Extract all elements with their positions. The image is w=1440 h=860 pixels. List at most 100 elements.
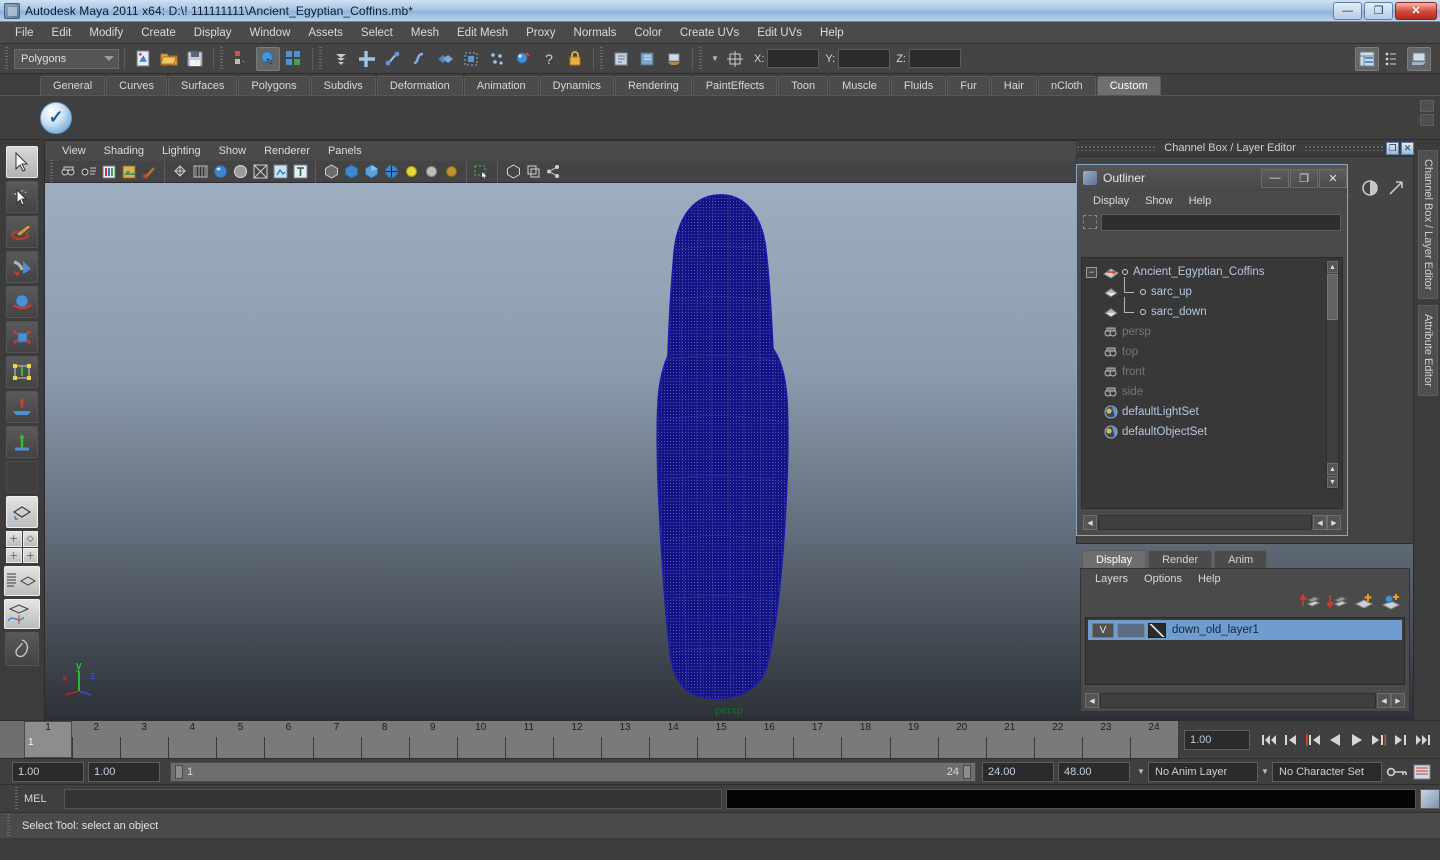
z-input[interactable]	[908, 49, 961, 68]
outliner-maximize-button[interactable]: ❐	[1290, 168, 1318, 188]
shaded-cube-icon[interactable]	[342, 163, 360, 181]
range-slider-left-handle[interactable]	[175, 764, 183, 779]
scroll-right-arrow-icon-2[interactable]: ▶	[1327, 515, 1341, 530]
viewport-menu-panels[interactable]: Panels	[319, 143, 371, 159]
menu-display[interactable]: Display	[185, 24, 241, 42]
animation-preferences-icon[interactable]	[1412, 763, 1432, 781]
range-slider[interactable]: 1 24	[170, 761, 976, 782]
bookmark-icon[interactable]	[100, 163, 118, 181]
scroll-left-arrow-icon[interactable]: ◀	[1085, 693, 1099, 708]
universal-manipulator-tool[interactable]	[6, 356, 38, 388]
shelf-scroll-down-button[interactable]	[1420, 114, 1434, 126]
close-button[interactable]: ✕	[1395, 1, 1437, 20]
four-view-layout-button[interactable]: ＋ ◇ ＋ ＋	[6, 531, 38, 563]
menu-help[interactable]: Help	[811, 24, 853, 42]
menu-assets[interactable]: Assets	[299, 24, 352, 42]
script-editor-icon[interactable]	[1420, 788, 1440, 809]
xray-mode-icon[interactable]	[271, 163, 289, 181]
paint-select-tool[interactable]	[6, 216, 38, 248]
outliner-tree[interactable]: − Ancient_Egyptian_Coffins sarc_up sarc_…	[1081, 257, 1343, 509]
hypergraph-layout-button[interactable]	[5, 632, 39, 666]
menu-file[interactable]: File	[6, 24, 43, 42]
play-forwards-button[interactable]	[1346, 729, 1368, 751]
shelf-tab-polygons[interactable]: Polygons	[238, 76, 310, 95]
show-hide-channel-box-button[interactable]	[1355, 46, 1379, 71]
menu-mesh[interactable]: Mesh	[402, 24, 448, 42]
step-back-frame-button[interactable]	[1302, 729, 1324, 751]
key-icon[interactable]	[1386, 763, 1408, 781]
move-layer-up-icon[interactable]	[1300, 592, 1320, 610]
shelf-item-check-icon[interactable]: ✓	[40, 101, 72, 134]
outliner-row-camera-side[interactable]: side	[1084, 382, 1340, 402]
shelf-tab-subdivs[interactable]: Subdivs	[310, 76, 376, 95]
scroll-down-arrow-up-icon[interactable]: ▲	[1327, 463, 1338, 475]
anim-layer-field[interactable]: No Anim Layer	[1148, 761, 1258, 782]
share-node-icon[interactable]	[544, 163, 562, 181]
show-hide-attribute-editor-button[interactable]	[1381, 47, 1405, 71]
last-tool-used[interactable]	[6, 426, 38, 458]
outliner-row-camera-top[interactable]: top	[1084, 342, 1340, 362]
shelf-tab-rendering[interactable]: Rendering	[614, 76, 692, 95]
outliner-row-camera-persp[interactable]: persp	[1084, 322, 1340, 342]
construction-history-button[interactable]	[459, 47, 483, 71]
shelf-tab-fur[interactable]: Fur	[947, 76, 990, 95]
output-connections-button[interactable]	[636, 47, 660, 71]
outliner-persp-layout-button[interactable]	[4, 566, 40, 596]
go-to-end-button[interactable]	[1412, 729, 1434, 751]
outliner-menu-help[interactable]: Help	[1181, 193, 1220, 209]
outliner-search-input[interactable]	[1101, 213, 1341, 231]
toolbar-grip[interactable]	[219, 46, 226, 71]
outliner-row-child[interactable]: sarc_up	[1084, 277, 1340, 302]
help-button[interactable]: ?	[537, 47, 561, 71]
play-backwards-button[interactable]	[1324, 729, 1346, 751]
toolbar-grip[interactable]	[698, 46, 705, 71]
outliner-menu-display[interactable]: Display	[1085, 193, 1137, 209]
amber-light-icon[interactable]	[442, 163, 460, 181]
yellow-light-icon[interactable]	[402, 163, 420, 181]
shelf-tab-curves[interactable]: Curves	[106, 76, 167, 95]
menu-normals[interactable]: Normals	[565, 24, 626, 42]
outliner-filter-icon[interactable]	[1083, 215, 1097, 229]
scrollbar-thumb[interactable]	[1327, 274, 1338, 320]
layer-menu-layers[interactable]: Layers	[1087, 571, 1136, 587]
select-by-hierarchy-button[interactable]	[230, 47, 254, 71]
chevron-down-icon[interactable]: ▼	[1258, 762, 1272, 782]
chevron-down-icon[interactable]: ▼	[708, 49, 722, 69]
outliner-row-default-object-set[interactable]: defaultObjectSet	[1084, 422, 1340, 442]
select-tool[interactable]	[6, 146, 38, 178]
select-by-object-type-button[interactable]	[256, 46, 280, 71]
command-output-field[interactable]	[726, 788, 1416, 809]
y-input[interactable]	[838, 49, 891, 68]
layer-visibility-toggle[interactable]: V	[1092, 622, 1114, 638]
command-input[interactable]	[64, 788, 722, 809]
new-scene-button[interactable]	[131, 47, 155, 71]
tab-render-layers[interactable]: Render	[1148, 550, 1213, 568]
isolate-select-icon[interactable]	[322, 163, 340, 181]
checker-sphere-icon[interactable]	[382, 163, 400, 181]
command-line-grip[interactable]	[14, 786, 21, 811]
toolbar-grip[interactable]	[599, 46, 606, 71]
go-to-start-button[interactable]	[1258, 729, 1280, 751]
viewport-menu-lighting[interactable]: Lighting	[153, 143, 210, 159]
lighting-cube-icon[interactable]	[362, 163, 380, 181]
playback-end-time-field[interactable]: 24.00	[982, 761, 1054, 782]
selection-mask-button[interactable]	[329, 47, 353, 71]
expand-collapse-icon[interactable]: −	[1086, 266, 1097, 278]
lock-icon[interactable]	[563, 47, 587, 71]
scrollbar-track[interactable]	[1098, 515, 1312, 530]
shelf-tab-muscle[interactable]: Muscle	[829, 76, 890, 95]
snap-to-point-button[interactable]	[407, 47, 431, 71]
snap-to-view-plane-button[interactable]	[433, 47, 457, 71]
shadows-icon[interactable]	[251, 163, 269, 181]
maximize-button[interactable]: ❐	[1364, 1, 1393, 20]
shelf-tab-toon[interactable]: Toon	[778, 76, 829, 95]
time-slider-track[interactable]: 1 1 2 3 4 5 6 7 8 9 10 11 12 13 14 15 16 17 18 19 20 21 22 23 2…	[24, 721, 1179, 758]
chevron-down-icon[interactable]: ▼	[1134, 762, 1148, 782]
layer-menu-options[interactable]: Options	[1136, 571, 1190, 587]
menu-proxy[interactable]: Proxy	[517, 24, 564, 42]
render-sequence-button[interactable]	[485, 47, 509, 71]
shelf-scroll-up-button[interactable]	[1420, 100, 1434, 112]
viewport-menu-view[interactable]: View	[53, 143, 95, 159]
x-input[interactable]	[767, 49, 820, 68]
marquee-select-icon[interactable]	[473, 163, 491, 181]
